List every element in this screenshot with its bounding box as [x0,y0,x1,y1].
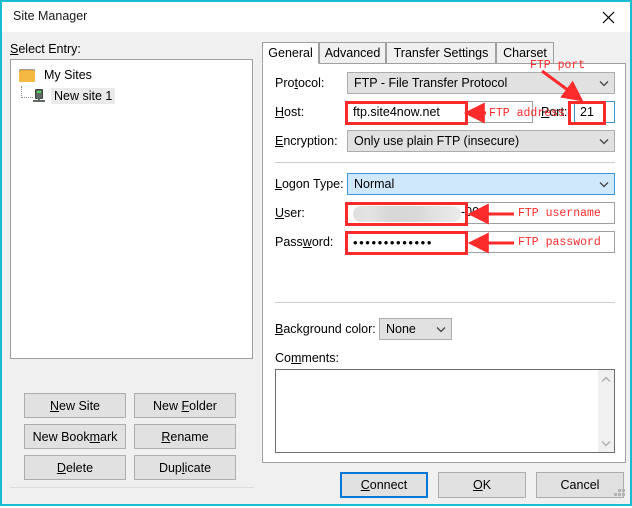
new-bookmark-button[interactable]: New Bookmark [24,424,126,449]
chevron-down-icon[interactable] [601,436,611,450]
encryption-label: Encryption: [275,134,338,148]
delete-button[interactable]: Delete [24,455,126,480]
site-tree[interactable]: My Sites New site 1 [10,59,253,359]
tab-strip: General Advanced Transfer Settings Chars… [262,42,626,64]
protocol-label: Protocol: [275,76,325,90]
ok-button[interactable]: OK [438,472,526,498]
user-input[interactable]: -001 [347,202,615,224]
server-icon [33,89,45,103]
protocol-select[interactable]: FTP - File Transfer Protocol [347,72,615,94]
host-value: ftp.site4now.net [353,105,440,119]
resize-grip[interactable] [614,489,626,501]
chevron-down-icon [594,181,614,188]
password-input[interactable]: ••••••••••••• [347,231,615,253]
general-tab-panel: Protocol: FTP - File Transfer Protocol H… [262,63,626,463]
protocol-value: FTP - File Transfer Protocol [354,76,508,90]
dialog-body: Select Entry: My Sites New site 1 New Si… [2,32,630,504]
title-bar: Site Manager [2,2,630,32]
folder-icon [19,68,35,82]
comments-textarea[interactable] [275,369,615,453]
connect-button[interactable]: Connect [340,472,428,498]
close-button[interactable] [586,2,630,32]
user-label: User: [275,206,305,220]
tree-item-new-site-1[interactable]: New site 1 [11,86,252,106]
background-color-value: None [386,322,416,336]
duplicate-button[interactable]: Duplicate [134,455,236,480]
tree-item-label: New site 1 [51,88,116,104]
background-color-label: Background color: [275,322,376,336]
port-label: Port: [541,105,568,119]
logon-type-label: Logon Type: [275,177,344,191]
tree-item-my-sites[interactable]: My Sites [11,65,252,85]
chevron-down-icon [594,138,614,145]
password-label: Password: [275,235,334,249]
new-folder-button[interactable]: New Folder [134,393,236,418]
logon-type-select[interactable]: Normal [347,173,615,195]
background-color-select[interactable]: None [379,318,452,340]
chevron-up-icon[interactable] [601,372,611,386]
redaction-overlay [353,206,461,222]
tab-advanced[interactable]: Advanced [319,42,386,64]
comments-label: Comments: [275,351,339,365]
tab-general[interactable]: General [262,42,319,64]
left-pane-divider [10,487,254,488]
chevron-down-icon [431,326,451,333]
host-label: Host: [275,105,305,119]
window-title: Site Manager [13,9,88,23]
encryption-select[interactable]: Only use plain FTP (insecure) [347,130,615,152]
tab-transfer-settings[interactable]: Transfer Settings [386,42,496,64]
logon-type-value: Normal [354,177,395,191]
chevron-down-icon [594,80,614,87]
password-masked-value: ••••••••••••• [353,234,433,250]
host-input[interactable]: ftp.site4now.net [347,101,533,123]
port-value: 21 [580,105,594,119]
cancel-button[interactable]: Cancel [536,472,624,498]
comments-scrollbar[interactable] [598,370,614,452]
user-value-suffix: -001 [461,205,487,219]
new-site-button[interactable]: New Site [24,393,126,418]
rename-button[interactable]: Rename [134,424,236,449]
site-manager-dialog: Site Manager Select Entry: My Sites New … [0,0,632,506]
close-icon [602,11,615,24]
encryption-value: Only use plain FTP (insecure) [354,134,520,148]
section-divider-2 [275,302,615,303]
port-input[interactable]: 21 [574,101,615,123]
section-divider-1 [275,162,615,163]
tree-connector-line [21,86,33,98]
tab-charset[interactable]: Charset [496,42,554,64]
select-entry-label: Select Entry: [10,42,81,56]
tree-item-label: My Sites [44,68,92,82]
